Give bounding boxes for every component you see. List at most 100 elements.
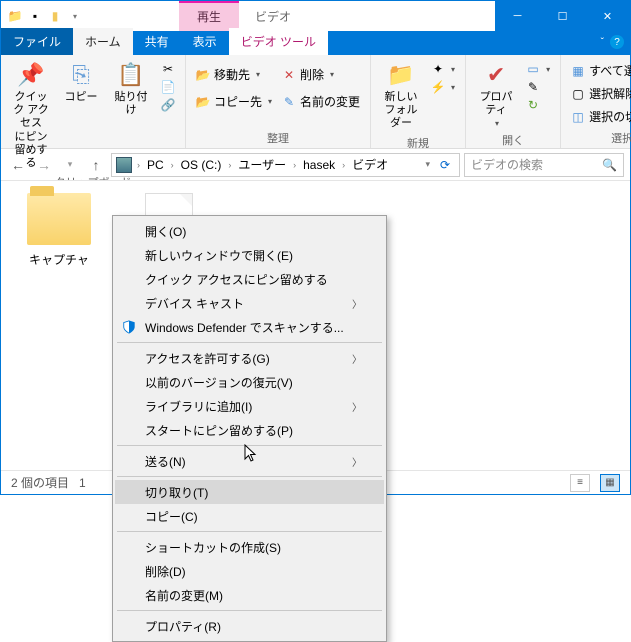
refresh-icon[interactable]: ⟳ [435, 158, 455, 172]
qat-icon[interactable]: ▪ [27, 8, 43, 24]
view-tab[interactable]: 表示 [181, 28, 229, 55]
menu-create-shortcut[interactable]: ショートカットの作成(S) [115, 535, 384, 559]
shortcut-icon: 🔗 [161, 98, 175, 112]
select-none-icon: ▢ [571, 87, 585, 101]
breadcrumb-pc[interactable]: PC [145, 158, 166, 172]
select-all-button[interactable]: ▦すべて選択 [569, 61, 631, 80]
edit-button[interactable]: ✎ [524, 79, 552, 95]
ribbon-group-clipboard: 📌 クイック アクセス にピン留めする ⎘ コピー 📋 貼り付け ✂ 📄 🔗 ク [1, 55, 186, 148]
search-icon: 🔍 [602, 158, 617, 172]
ribbon-group-new: 📁 新しい フォルダー ✦▾ ⚡▾ 新規 [371, 55, 466, 148]
ribbon-group-select: ▦すべて選択 ▢選択解除 ◫選択の切り替え 選択 [561, 55, 631, 148]
collapse-ribbon-icon[interactable]: ˇ [601, 37, 604, 48]
menu-grant-access[interactable]: アクセスを許可する(G)〉 [115, 346, 384, 370]
menu-delete[interactable]: 削除(D) [115, 559, 384, 583]
menu-open[interactable]: 開く(O) [115, 219, 384, 243]
delete-button[interactable]: ✕削除▾ [280, 65, 362, 84]
menu-pin-quick-access[interactable]: クイック アクセスにピン留めする [115, 267, 384, 291]
group-label-open: 開く [474, 130, 552, 148]
menu-device-cast[interactable]: デバイス キャスト〉 [115, 291, 384, 315]
copy-button[interactable]: ⎘ コピー [59, 59, 103, 106]
paste-shortcut-small-button[interactable]: 🔗 [159, 97, 177, 113]
help-icon[interactable]: ? [610, 35, 624, 49]
ribbon: 📌 クイック アクセス にピン留めする ⎘ コピー 📋 貼り付け ✂ 📄 🔗 ク [1, 55, 630, 149]
folder-item[interactable]: キャプチャ [19, 193, 99, 268]
group-label-new: 新規 [379, 133, 457, 151]
chevron-right-icon[interactable]: › [225, 160, 234, 170]
navigation-bar: ← → ▾ ↑ › PC › OS (C:) › ユーザー › hasek › … [1, 149, 630, 181]
quick-access-toolbar: 📁 ▪ ▮ ▾ [1, 1, 89, 31]
menu-copy[interactable]: コピー(C) [115, 504, 384, 528]
up-button[interactable]: ↑ [85, 154, 107, 176]
qat-dropdown-icon[interactable]: ▾ [67, 8, 83, 24]
breadcrumb-videos[interactable]: ビデオ [350, 156, 390, 173]
chevron-right-icon[interactable]: › [339, 160, 348, 170]
easy-icon: ⚡ [431, 80, 445, 94]
file-tab[interactable]: ファイル [1, 28, 73, 55]
menu-pin-start[interactable]: スタートにピン留めする(P) [115, 418, 384, 442]
menu-send-to[interactable]: 送る(N)〉 [115, 449, 384, 473]
history-button[interactable]: ↻ [524, 97, 552, 113]
menu-separator [117, 610, 382, 611]
menu-add-library[interactable]: ライブラリに追加(I)〉 [115, 394, 384, 418]
new-folder-button[interactable]: 📁 新しい フォルダー [379, 59, 423, 133]
menu-properties[interactable]: プロパティ(R) [115, 614, 384, 638]
icons-view-button[interactable]: ▦ [600, 474, 620, 492]
contextual-tab-play[interactable]: 再生 [179, 1, 239, 31]
easy-access-button[interactable]: ⚡▾ [429, 79, 457, 95]
properties-icon: ✔ [482, 61, 510, 89]
breadcrumb-users[interactable]: ユーザー [236, 156, 288, 173]
select-all-icon: ▦ [571, 64, 585, 78]
item-name: キャプチャ [29, 251, 89, 268]
back-button[interactable]: ← [7, 154, 29, 176]
address-dropdown-icon[interactable]: ▾ [422, 159, 433, 170]
menu-cut[interactable]: 切り取り(T) [115, 480, 384, 504]
menu-defender-scan[interactable]: Windows Defender でスキャンする... [115, 315, 384, 339]
search-placeholder: ビデオの検索 [471, 156, 543, 173]
ribbon-group-organize: 📂移動先▾ 📂コピー先▾ ✕削除▾ ✎名前の変更 整理 [186, 55, 371, 148]
paste-icon: 📋 [117, 61, 145, 89]
paste-button[interactable]: 📋 貼り付け [109, 59, 153, 119]
address-bar[interactable]: › PC › OS (C:) › ユーザー › hasek › ビデオ ▾ ⟳ [111, 153, 460, 177]
ribbon-tabs: ファイル ホーム 共有 表示 ビデオ ツール ˇ ? [1, 31, 630, 55]
menu-rename[interactable]: 名前の変更(M) [115, 583, 384, 607]
properties-button[interactable]: ✔ プロパティ ▾ [474, 59, 518, 130]
chevron-right-icon[interactable]: › [290, 160, 299, 170]
move-to-button[interactable]: 📂移動先▾ [194, 65, 274, 84]
invert-selection-button[interactable]: ◫選択の切り替え [569, 107, 631, 126]
minimize-button[interactable]: ─ [495, 1, 540, 31]
invert-icon: ◫ [571, 110, 585, 124]
close-button[interactable]: ✕ [585, 1, 630, 31]
chevron-right-icon[interactable]: › [168, 160, 177, 170]
chevron-right-icon[interactable]: › [134, 160, 143, 170]
copy-path-small-button[interactable]: 📄 [159, 79, 177, 95]
app-icon: 📁 [7, 8, 23, 24]
chevron-down-icon: ▾ [268, 97, 272, 106]
forward-button[interactable]: → [33, 154, 55, 176]
menu-open-new-window[interactable]: 新しいウィンドウで開く(E) [115, 243, 384, 267]
delete-icon: ✕ [282, 68, 296, 82]
search-input[interactable]: ビデオの検索 🔍 [464, 153, 624, 177]
rename-button[interactable]: ✎名前の変更 [280, 92, 362, 111]
breadcrumb-user[interactable]: hasek [301, 158, 337, 172]
selected-count: 1 [79, 476, 86, 490]
breadcrumb-drive[interactable]: OS (C:) [179, 158, 224, 172]
video-tools-tab[interactable]: ビデオ ツール [229, 28, 328, 55]
pin-icon: 📌 [17, 61, 45, 89]
submenu-arrow-icon: 〉 [352, 296, 362, 311]
new-item-button[interactable]: ✦▾ [429, 61, 457, 77]
details-view-button[interactable]: ≡ [570, 474, 590, 492]
cut-small-button[interactable]: ✂ [159, 61, 177, 77]
rename-icon: ✎ [282, 95, 296, 109]
item-count: 2 個の項目 [11, 474, 69, 491]
maximize-button[interactable]: ☐ [540, 1, 585, 31]
recent-locations-button[interactable]: ▾ [59, 154, 81, 176]
select-none-button[interactable]: ▢選択解除 [569, 84, 631, 103]
copy-to-button[interactable]: 📂コピー先▾ [194, 92, 274, 111]
open-button[interactable]: ▭▾ [524, 61, 552, 77]
share-tab[interactable]: 共有 [133, 28, 181, 55]
menu-restore-versions[interactable]: 以前のバージョンの復元(V) [115, 370, 384, 394]
chevron-down-icon: ▾ [256, 70, 260, 79]
home-tab[interactable]: ホーム [73, 28, 133, 55]
chevron-down-icon: ▾ [330, 70, 334, 79]
